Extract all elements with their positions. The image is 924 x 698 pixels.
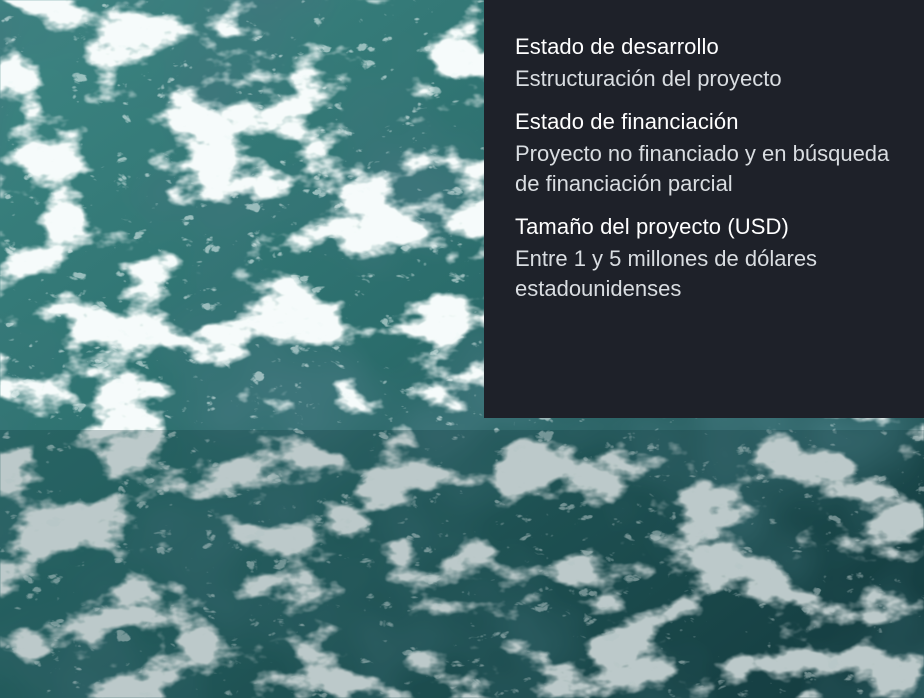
funding-status-value: Proyecto no financiado y en búsqueda de … xyxy=(515,141,890,196)
project-info-card: Estado de desarrollo Estructuración del … xyxy=(484,0,924,418)
project-size: Tamaño del proyecto (USD) Entre 1 y 5 mi… xyxy=(515,212,904,304)
project-size-label: Tamaño del proyecto (USD) xyxy=(515,214,789,239)
development-status-label: Estado de desarrollo xyxy=(515,34,719,59)
development-status: Estado de desarrollo Estructuración del … xyxy=(515,32,904,94)
funding-status-label: Estado de financiación xyxy=(515,109,739,134)
project-size-value: Entre 1 y 5 millones de dólares estadoun… xyxy=(515,246,818,301)
funding-status: Estado de financiación Proyecto no finan… xyxy=(515,107,904,199)
development-status-value: Estructuración del proyecto xyxy=(515,66,782,91)
